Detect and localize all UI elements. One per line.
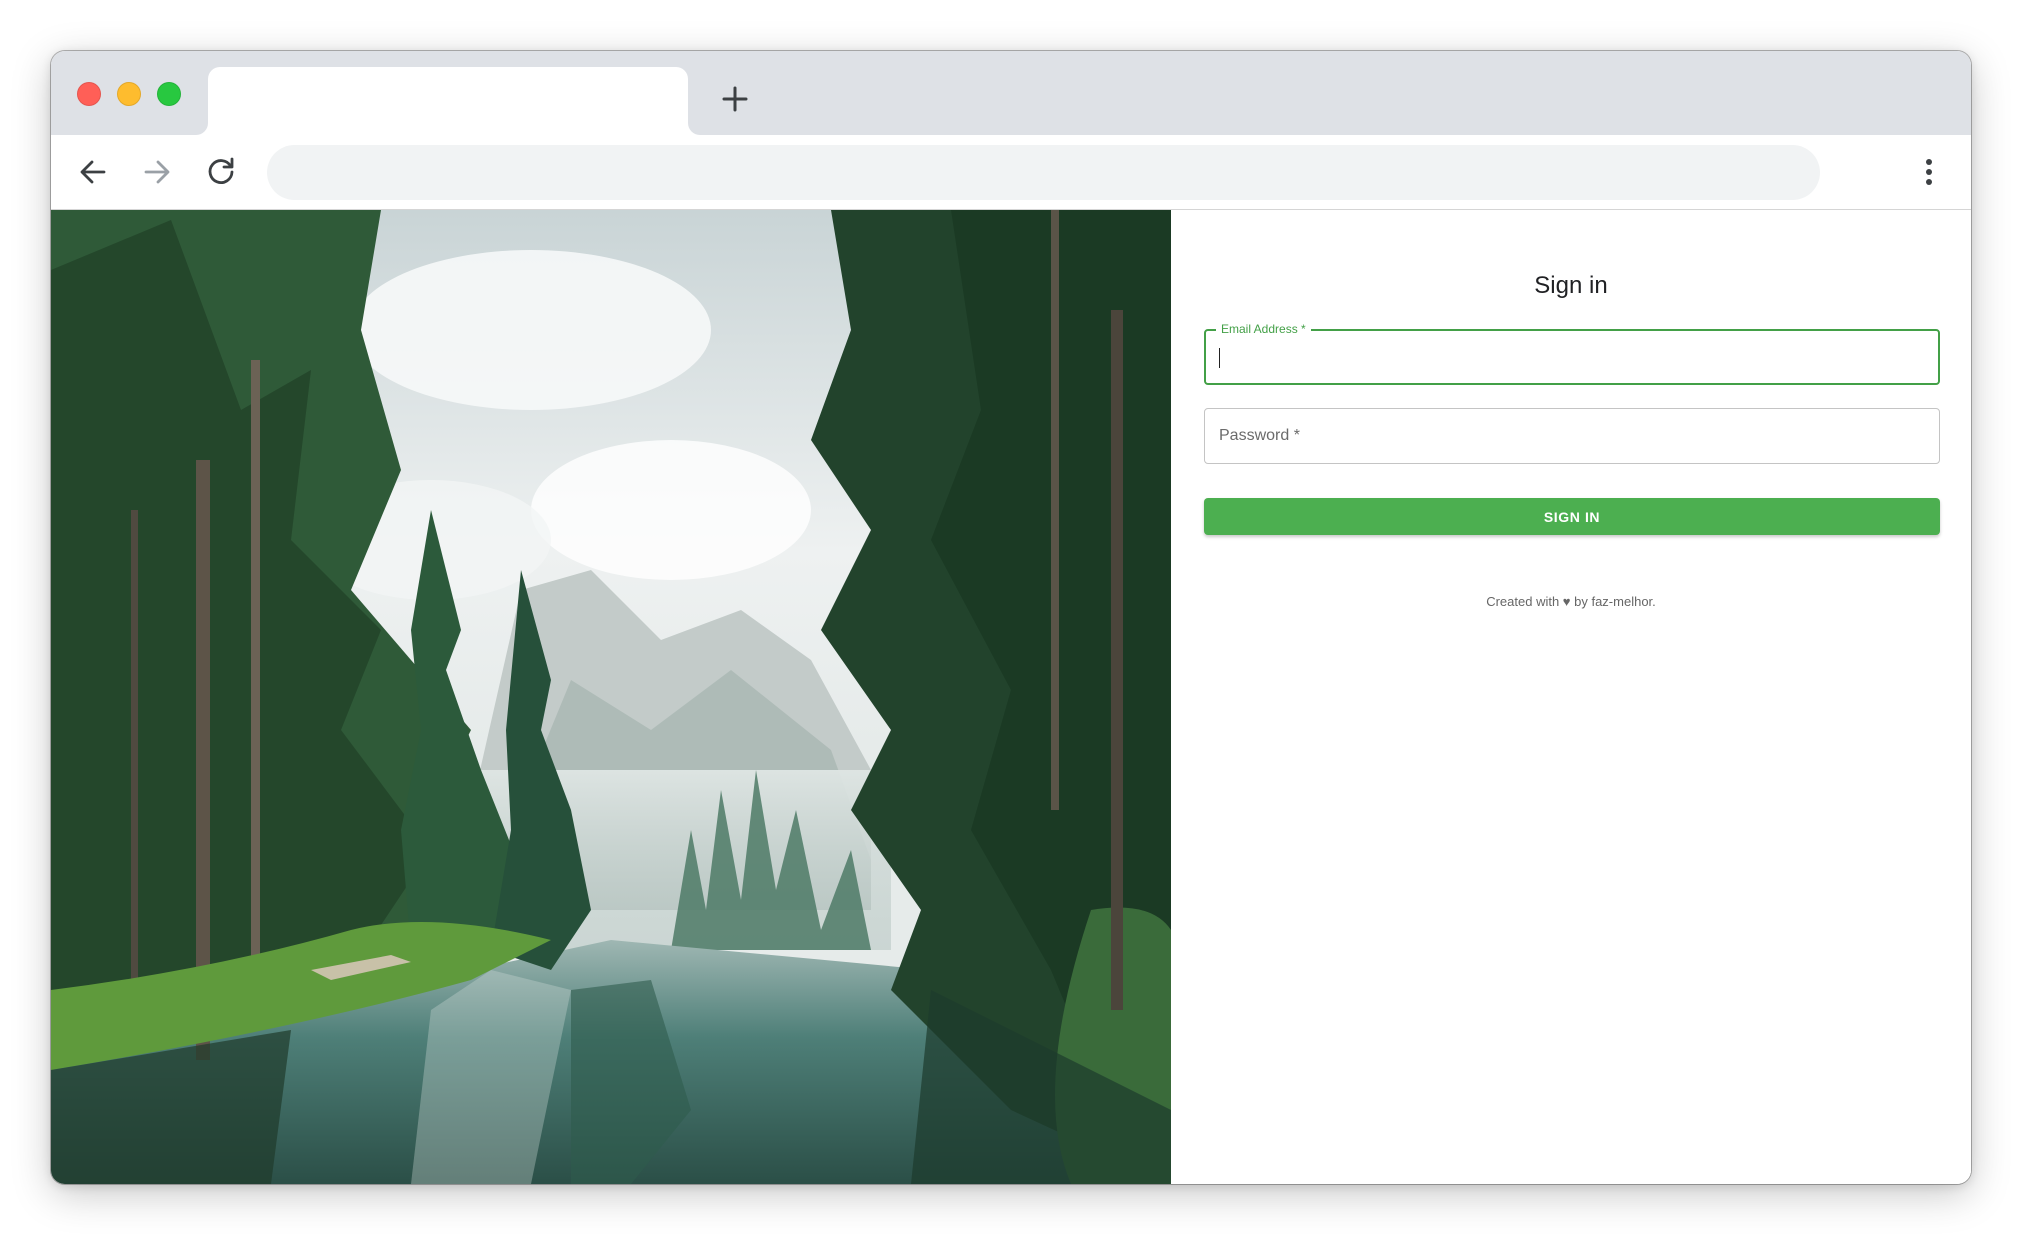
maximize-window-button[interactable] xyxy=(157,82,181,106)
text-cursor xyxy=(1219,348,1220,368)
browser-menu-button[interactable] xyxy=(1909,152,1949,192)
email-field[interactable]: Email Address * xyxy=(1204,322,1940,385)
back-button[interactable] xyxy=(73,152,113,192)
reload-icon xyxy=(208,157,234,184)
signin-panel: Sign in Email Address * SIGN IN Created … xyxy=(1171,210,1971,1184)
more-vertical-icon xyxy=(1926,159,1932,185)
tab-bar xyxy=(51,51,1971,135)
sign-in-button[interactable]: SIGN IN xyxy=(1204,498,1940,535)
page-title: Sign in xyxy=(1534,272,1608,299)
arrow-left-icon xyxy=(80,160,106,184)
plus-icon xyxy=(722,86,748,112)
page-viewport: Sign in Email Address * SIGN IN Created … xyxy=(51,210,1971,1184)
forward-button[interactable] xyxy=(137,152,177,192)
reload-button[interactable] xyxy=(201,152,241,192)
email-input[interactable] xyxy=(1206,331,1938,383)
forest-lake-image xyxy=(51,210,1171,1184)
password-field[interactable] xyxy=(1204,408,1940,464)
browser-toolbar xyxy=(51,135,1971,210)
browser-tab[interactable] xyxy=(208,67,688,135)
browser-window: Sign in Email Address * SIGN IN Created … xyxy=(51,51,1971,1184)
footer-credit: Created with ♥ by faz-melhor. xyxy=(1486,594,1656,609)
minimize-window-button[interactable] xyxy=(117,82,141,106)
address-bar[interactable] xyxy=(267,145,1820,200)
arrow-right-icon xyxy=(144,160,170,184)
new-tab-button[interactable] xyxy=(717,81,753,117)
password-input[interactable] xyxy=(1205,409,1939,463)
close-window-button[interactable] xyxy=(77,82,101,106)
